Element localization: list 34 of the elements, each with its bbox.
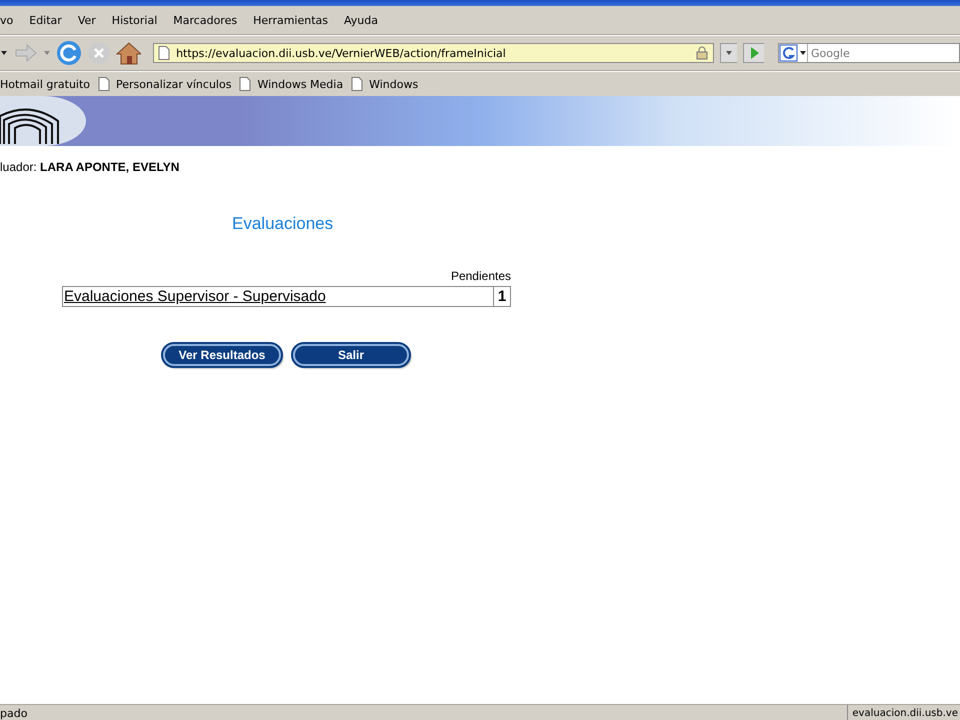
menu-item[interactable]: Ayuda (336, 14, 386, 26)
page-icon (98, 77, 110, 91)
menu-item[interactable]: Herramientas (245, 14, 336, 26)
menu-item[interactable]: vo (0, 14, 22, 26)
bookmark-link[interactable]: Windows Media (257, 78, 344, 90)
exit-button[interactable]: Salir (293, 344, 409, 366)
evaluation-link[interactable]: Evaluaciones Supervisor - Supervisado (63, 287, 493, 306)
bookmark-link[interactable]: Windows (369, 78, 418, 90)
home-icon[interactable] (116, 41, 142, 65)
menu-item[interactable]: Historial (104, 14, 166, 26)
status-text: pado (0, 706, 28, 720)
address-value: https://evaluacion.dii.usb.ve/VernierWEB/action/frameInicial (176, 46, 689, 60)
page-heading: Evaluaciones (232, 214, 334, 234)
lock-icon (694, 46, 709, 60)
go-arrow-icon[interactable] (742, 43, 764, 63)
bookmark-link[interactable]: Hotmail gratuito (0, 78, 90, 90)
page-icon (239, 77, 252, 91)
page-icon (351, 77, 364, 91)
google-logo-icon[interactable] (778, 44, 807, 62)
search-field[interactable]: Google (778, 43, 960, 63)
pending-count: 1 (493, 287, 510, 306)
page-icon (158, 46, 170, 60)
results-button[interactable]: Ver Resultados (163, 344, 281, 366)
menu-item[interactable]: Ver (70, 14, 104, 26)
bookmark-link[interactable]: Personalizar vínculos (116, 78, 232, 90)
evaluator-text: luador: LARA APONTE, EVELYN (0, 160, 180, 174)
menu-item[interactable]: Marcadores (165, 14, 246, 26)
column-header: Pendientes (450, 269, 511, 283)
caret-icon[interactable] (0, 50, 8, 56)
status-host: evaluacion.dii.usb.ve (847, 705, 960, 720)
address-field[interactable]: https://evaluacion.dii.usb.ve/VernierWEB/action/frameInicial (153, 43, 714, 63)
menu-item[interactable]: Editar (21, 14, 70, 26)
reload-icon[interactable] (56, 40, 82, 66)
dropdown-icon[interactable] (720, 43, 737, 63)
